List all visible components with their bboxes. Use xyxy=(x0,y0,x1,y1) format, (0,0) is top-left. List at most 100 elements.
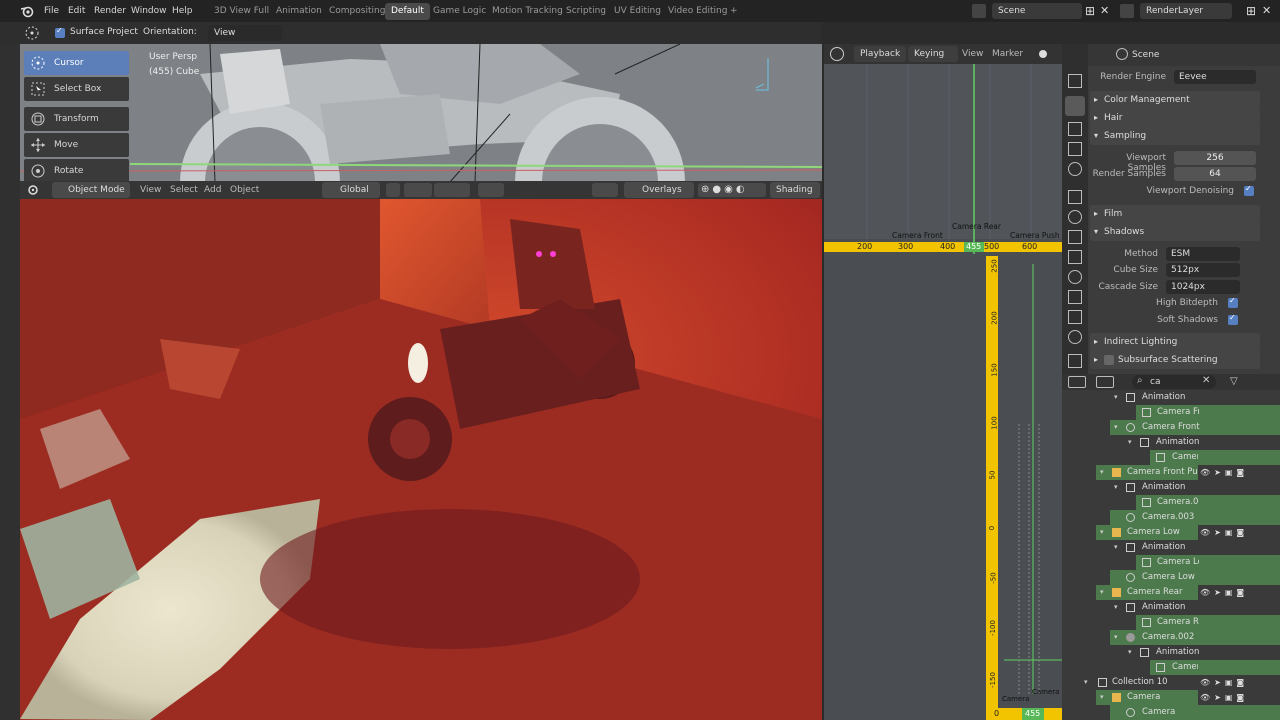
object-tab-icon[interactable] xyxy=(1068,190,1082,204)
world-tab-icon[interactable] xyxy=(1068,330,1082,344)
viewport-samples-field[interactable]: 256 xyxy=(1174,151,1256,165)
view-layer-tab-icon[interactable] xyxy=(1068,142,1082,156)
marker-camera-rear[interactable]: Camera Rear xyxy=(952,222,1001,231)
pivot-icon[interactable] xyxy=(386,183,400,197)
tab-3d-view-full[interactable]: 3D View Full xyxy=(208,3,275,20)
scene-tab-icon[interactable] xyxy=(1068,162,1082,176)
texture-tab-icon[interactable] xyxy=(1068,354,1082,368)
outliner-row[interactable]: ▾ Collection 10 👁➤▣◙ xyxy=(1062,675,1280,690)
tab-motion-tracking[interactable]: Motion Tracking xyxy=(486,3,569,20)
remove-scene-button[interactable]: ✕ xyxy=(1100,4,1112,18)
overlays-dropdown[interactable]: Overlays xyxy=(624,182,694,198)
marker-camera-front[interactable]: Camera Front xyxy=(892,231,943,240)
data-tab-icon[interactable] xyxy=(1068,290,1082,304)
tool-move[interactable]: Move xyxy=(24,133,129,157)
display-mode-icon[interactable] xyxy=(1096,376,1114,388)
outliner-row[interactable]: ▾ Animation xyxy=(1062,645,1280,660)
material-tab-icon[interactable] xyxy=(1068,310,1082,324)
tab-scripting[interactable]: Scripting xyxy=(560,3,612,20)
outliner-row[interactable]: Camera Lo xyxy=(1062,555,1280,570)
visibility-icon[interactable] xyxy=(592,183,618,197)
menu-file[interactable]: File xyxy=(44,0,59,22)
gizmo-icon[interactable] xyxy=(478,183,504,197)
tool-tab-icon[interactable] xyxy=(1068,74,1082,88)
subsurface-checkbox[interactable] xyxy=(1104,355,1114,365)
clock-icon[interactable] xyxy=(830,47,844,61)
tab-default[interactable]: Default xyxy=(385,3,430,20)
bottom-current-frame[interactable]: 455 xyxy=(1025,709,1040,719)
visibility-toggles[interactable]: 👁➤▣◙ xyxy=(1200,465,1254,480)
solid-viewport[interactable]: User Persp (455) Cube xyxy=(20,44,822,182)
orientation-dropdown[interactable]: View xyxy=(208,25,282,41)
outliner-row[interactable]: ▾ Camera Rear 👁➤▣◙ xyxy=(1062,585,1280,600)
shading-dropdown[interactable]: Shading xyxy=(770,182,820,198)
new-scene-button[interactable]: ⊞ xyxy=(1085,4,1097,18)
bottom-marker-camera-1[interactable]: Camera xyxy=(1002,695,1029,703)
tool-select-box[interactable]: Select Box xyxy=(24,77,129,101)
outliner-row[interactable]: Camera Fr xyxy=(1062,405,1280,420)
outliner-row[interactable]: Camer xyxy=(1062,450,1280,465)
panel-hair[interactable]: Hair xyxy=(1090,109,1260,127)
current-frame-indicator[interactable]: 455 xyxy=(966,242,981,252)
snap-icon[interactable] xyxy=(404,183,432,197)
scene-icon[interactable] xyxy=(972,4,986,18)
menu-window[interactable]: Window xyxy=(131,0,167,22)
physics-tab-icon[interactable] xyxy=(1068,250,1082,264)
high-bitdepth-checkbox[interactable] xyxy=(1228,296,1238,308)
visibility-toggles[interactable]: 👁➤▣◙ xyxy=(1200,690,1254,705)
outliner-row[interactable]: ▾ Animation xyxy=(1062,435,1280,450)
panel-color-management[interactable]: Color Management xyxy=(1090,91,1260,109)
outliner-row[interactable]: ▾Camera Front Pullo👁➤▣◙ xyxy=(1062,465,1280,480)
outliner-row[interactable]: Camera xyxy=(1062,705,1280,720)
new-layer-button[interactable]: ⊞ xyxy=(1246,4,1258,18)
shading-mode-buttons[interactable]: ⊕●◉◐ xyxy=(698,183,766,197)
tab-animation[interactable]: Animation xyxy=(270,3,328,20)
timeline-marker-menu[interactable]: Marker xyxy=(992,49,1023,59)
playback-menu[interactable]: Playback xyxy=(854,46,906,62)
visibility-toggles[interactable]: 👁➤▣◙ xyxy=(1200,525,1254,540)
remove-layer-button[interactable]: ✕ xyxy=(1262,4,1274,18)
add-workspace-button[interactable]: + xyxy=(724,3,744,20)
transform-orientation-dropdown[interactable]: Global xyxy=(322,182,380,198)
modifier-tab-icon[interactable] xyxy=(1068,210,1082,224)
output-tab-icon[interactable] xyxy=(1068,122,1082,136)
outliner-row[interactable]: ▾ Animation xyxy=(1062,540,1280,555)
cursor-tool-icon[interactable] xyxy=(24,25,40,41)
outliner-row[interactable]: Camera Re xyxy=(1062,615,1280,630)
blender-logo-icon[interactable] xyxy=(20,4,34,18)
record-icon[interactable] xyxy=(1036,47,1050,61)
soft-shadows-checkbox[interactable] xyxy=(1228,313,1238,325)
timeline-view-menu[interactable]: View xyxy=(962,49,983,59)
menu-help[interactable]: Help xyxy=(172,0,193,22)
menu-edit[interactable]: Edit xyxy=(68,0,85,22)
marker-camera-push[interactable]: Camera Push xyxy=(1010,231,1060,240)
render-tab-icon[interactable] xyxy=(1065,96,1085,116)
tab-game-logic[interactable]: Game Logic xyxy=(427,3,492,20)
filter-icon[interactable]: ▽ xyxy=(1230,376,1252,388)
outliner-editor-icon[interactable] xyxy=(1068,376,1086,388)
method-dropdown[interactable]: ESM xyxy=(1166,247,1240,261)
editor-type-icon[interactable] xyxy=(26,183,40,197)
render-layer-icon[interactable] xyxy=(1120,4,1134,18)
viewport-denoising-checkbox[interactable] xyxy=(1244,184,1254,196)
particles-tab-icon[interactable] xyxy=(1068,230,1082,244)
cascade-size-dropdown[interactable]: 1024px xyxy=(1166,280,1240,294)
outliner-row[interactable]: ▾ Animation xyxy=(1062,480,1280,495)
panel-film[interactable]: Film xyxy=(1090,205,1260,223)
tool-transform[interactable]: Transform xyxy=(24,107,129,131)
viewport-menu-view[interactable]: View xyxy=(140,185,161,195)
visibility-toggles[interactable]: 👁➤▣◙ xyxy=(1200,585,1254,600)
outliner-row[interactable]: ▾ Camera Low 👁➤▣◙ xyxy=(1062,525,1280,540)
render-samples-field[interactable]: 64 xyxy=(1174,167,1256,181)
tab-video-editing[interactable]: Video Editing xyxy=(662,3,733,20)
rendered-viewport[interactable] xyxy=(20,199,822,720)
outliner-row[interactable]: ▾ Camera 👁➤▣◙ xyxy=(1062,690,1280,705)
tab-uv-editing[interactable]: UV Editing xyxy=(608,3,667,20)
panel-shadows[interactable]: Shadows xyxy=(1090,223,1260,241)
cube-size-dropdown[interactable]: 512px xyxy=(1166,263,1240,277)
outliner-row[interactable]: Camera.00 xyxy=(1062,495,1280,510)
tool-cursor[interactable]: Cursor xyxy=(24,51,129,75)
outliner-row[interactable]: Camer xyxy=(1062,660,1280,675)
constraints-tab-icon[interactable] xyxy=(1068,270,1082,284)
menu-render[interactable]: Render xyxy=(94,0,126,22)
